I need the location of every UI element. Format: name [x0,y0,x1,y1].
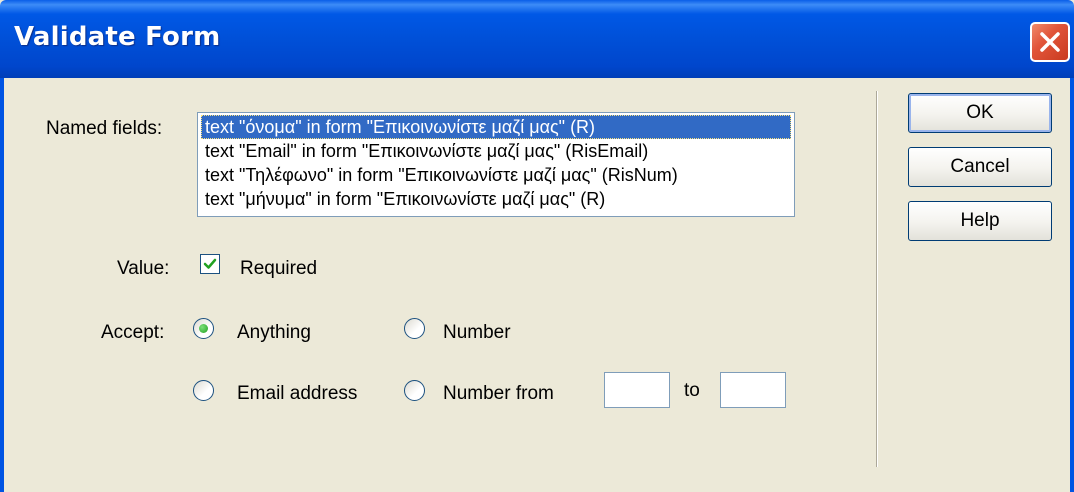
required-label[interactable]: Required [240,258,317,280]
close-icon [1040,32,1060,52]
named-fields-listbox[interactable]: text "όνομα" in form "Επικοινωνίστε μαζί… [197,112,795,217]
email-address-label[interactable]: Email address [237,383,357,405]
title-bar[interactable]: Validate Form [0,0,1074,78]
radio-email-address[interactable] [193,380,214,401]
radio-number-from[interactable] [404,380,425,401]
help-button[interactable]: Help [908,201,1052,241]
list-item-field-1[interactable]: text "όνομα" in form "Επικοινωνίστε μαζί… [201,115,791,139]
number-label[interactable]: Number [443,322,511,344]
required-checkbox[interactable] [200,254,220,274]
range-to-input[interactable] [720,372,786,408]
anything-label[interactable]: Anything [237,322,311,344]
list-item-field-4[interactable]: text "μήνυμα" in form "Επικοινωνίστε μαζ… [201,187,791,211]
list-item-field-3[interactable]: text "Τηλέφωνο" in form "Επικοινωνίστε μ… [201,163,791,187]
range-to-label: to [684,380,700,401]
number-from-label[interactable]: Number from [443,383,554,405]
close-button[interactable] [1030,22,1070,62]
range-from-input[interactable] [604,372,670,408]
cancel-button[interactable]: Cancel [908,147,1052,187]
list-item-field-2[interactable]: text "Email" in form "Επικοινωνίστε μαζί… [201,139,791,163]
checkmark-icon [203,258,217,269]
radio-anything[interactable] [193,318,214,339]
ok-button[interactable]: OK [908,93,1052,133]
validate-form-dialog: Validate Form Named fields: text "όνομα"… [0,0,1074,492]
named-fields-label: Named fields: [46,118,163,139]
dialog-title: Validate Form [14,22,221,52]
radio-number[interactable] [404,318,425,339]
accept-label: Accept: [101,322,165,343]
vertical-separator [876,91,878,467]
radio-selected-dot [199,324,208,333]
value-label: Value: [117,258,170,279]
